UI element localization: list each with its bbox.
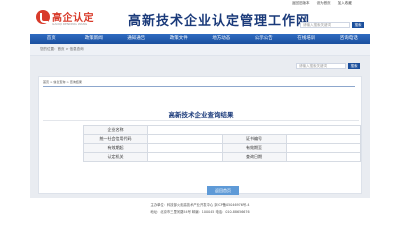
content-search: 请输入搜索关键词 搜索 xyxy=(296,63,360,69)
field-label-valid-from: 有效期起 xyxy=(83,143,148,153)
nav-item-policy-files[interactable]: 政策文件 xyxy=(158,34,201,44)
top-links: 返回旧版本 设为首页 加入收藏 xyxy=(292,1,358,6)
result-table: 企业名称 统一社会信用代码 证书编号 有效期起 有效期至 认定机关 查询日期 xyxy=(83,125,361,162)
table-row: 认定机关 查询日期 xyxy=(83,152,361,162)
logo-mark-icon xyxy=(36,10,50,24)
site-header: 高企认定 GAOQI RENDING WANG 高新技术企业认定管理工作网 返回… xyxy=(0,0,400,34)
field-value-credit-code xyxy=(147,134,223,144)
top-link-old-version[interactable]: 返回旧版本 xyxy=(292,1,310,5)
field-value-query-date xyxy=(285,152,361,162)
nav-item-news[interactable]: 政策新闻 xyxy=(73,34,116,44)
table-row: 有效期起 有效期至 xyxy=(83,143,361,153)
logo-subtext: GAOQI RENDING WANG xyxy=(52,22,88,26)
field-value-valid-to xyxy=(285,143,361,153)
breadcrumb: 您的位置：首页 > 信息查询 xyxy=(40,47,84,51)
title-divider xyxy=(43,120,359,121)
field-label-valid-to: 有效期至 xyxy=(221,143,287,153)
header-search-button[interactable]: 搜索 xyxy=(352,22,364,28)
back-home-button[interactable]: 返回首页 xyxy=(207,186,239,195)
page: 高企认定 GAOQI RENDING WANG 高新技术企业认定管理工作网 返回… xyxy=(0,0,400,240)
field-label-cert-number: 证书编号 xyxy=(221,134,287,144)
site-footer: 主办单位：科技部火炬高技术产业开发中心 京ICP备05046976号-4 地址：… xyxy=(0,198,400,240)
field-value-authority xyxy=(147,152,223,162)
field-value-valid-from xyxy=(147,143,223,153)
nav-item-local-news[interactable]: 地方动态 xyxy=(200,34,243,44)
footer-address: 地址：北京市三里河路54号 邮编：100045 电话：010-88656676 xyxy=(150,210,250,214)
content-search-button[interactable]: 搜索 xyxy=(348,63,360,69)
nav-item-hotline[interactable]: 咨询电话 xyxy=(328,34,371,44)
top-link-favorite[interactable]: 加入收藏 xyxy=(338,1,352,5)
field-label-company-name: 企业名称 xyxy=(83,125,148,135)
main-content: 请输入搜索关键词 搜索 首页 > 信息查询 > 查询结果 高新技术企业查询结果 … xyxy=(30,56,370,198)
breadcrumb-bar: 您的位置：首页 > 信息查询 xyxy=(30,44,370,56)
header-search: 请输入搜索关键词 搜索 xyxy=(300,22,364,28)
nav-item-training[interactable]: 在线培训 xyxy=(285,34,328,44)
field-value-company-name xyxy=(147,125,361,135)
table-row: 企业名称 xyxy=(83,125,361,135)
result-card: 首页 > 信息查询 > 查询结果 高新技术企业查询结果 企业名称 统一社会信用代… xyxy=(38,76,362,194)
card-breadcrumb: 首页 > 信息查询 > 查询结果 xyxy=(43,80,82,84)
top-link-set-homepage[interactable]: 设为首页 xyxy=(317,1,331,5)
main-nav: 首页 政策新闻 通知通告 政策文件 地方动态 公示公告 在线培训 咨询电话 xyxy=(30,34,370,44)
nav-item-notices[interactable]: 通知通告 xyxy=(115,34,158,44)
content-search-input[interactable]: 请输入搜索关键词 xyxy=(296,63,346,69)
table-row: 统一社会信用代码 证书编号 xyxy=(83,134,361,144)
field-label-query-date: 查询日期 xyxy=(221,152,287,162)
nav-item-home[interactable]: 首页 xyxy=(30,34,73,44)
header-search-input[interactable]: 请输入搜索关键词 xyxy=(300,22,350,28)
site-title: 高新技术企业认定管理工作网 xyxy=(128,14,311,29)
result-title: 高新技术企业查询结果 xyxy=(168,111,234,119)
field-label-authority: 认定机关 xyxy=(83,152,148,162)
footer-sponsor: 主办单位：科技部火炬高技术产业开发中心 京ICP备05046976号-4 xyxy=(150,203,250,207)
field-label-credit-code: 统一社会信用代码 xyxy=(83,134,148,144)
field-value-cert-number xyxy=(285,134,361,144)
nav-item-announcements[interactable]: 公示公告 xyxy=(243,34,286,44)
site-logo[interactable]: 高企认定 GAOQI RENDING WANG xyxy=(36,8,94,30)
card-divider xyxy=(43,86,355,87)
